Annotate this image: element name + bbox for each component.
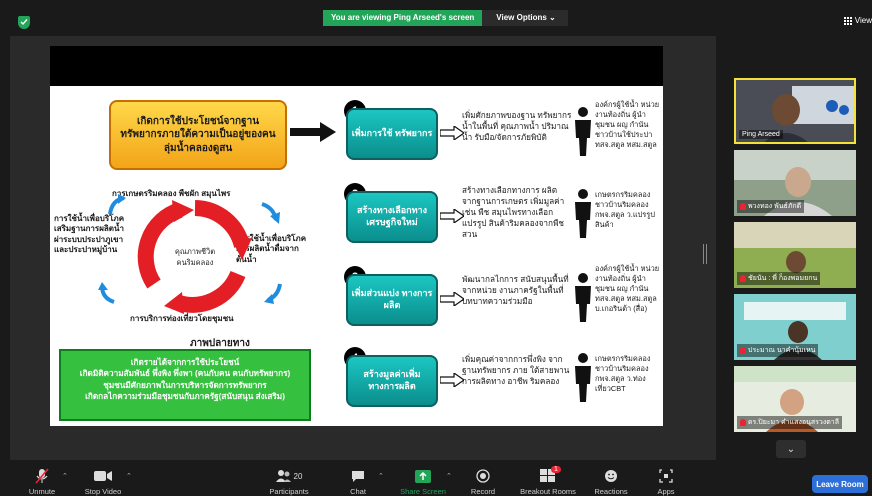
view-button[interactable]: View (843, 16, 872, 25)
muted-microphone-icon (35, 468, 49, 484)
participants-count: 20 (293, 471, 303, 481)
viewing-label: You are viewing Ping Arseed's screen (323, 10, 483, 26)
step-arrow-icon (440, 209, 464, 223)
svg-text:คนริมคลอง: คนริมคลอง (177, 258, 214, 267)
step-organizations: เกษตรกรริมคลอง ชาวบ้านริมคลอง กพจ.สตูล ว… (595, 190, 655, 229)
step-description: เพิ่มคุณค่าจากการพึ่งพิง จากฐานทรัพยากร … (462, 355, 570, 387)
smiley-face-icon (604, 468, 618, 484)
person-icon (575, 189, 591, 238)
person-icon (575, 273, 591, 322)
meeting-toolbar: Unmute ⌃ Stop Video ⌃ 20 Participants Ch… (0, 464, 872, 496)
step-description: เพิ่มศักยภาพของฐาน ทรัพยากรน้ำในพื้นที่ … (462, 111, 572, 143)
top-bar: You are viewing Ping Arseed's screen Vie… (0, 0, 872, 36)
cycle-arrows-icon: คุณภาพชีวิต คนริมคลอง (137, 200, 252, 314)
muted-mic-icon (740, 347, 746, 354)
participant-name: ดร.ปิยะมา คำแสงอนุสรวงตาลี (737, 416, 842, 429)
step-organizations: องค์กรผู้ใช้น้ำ หน่วยงานท้องถิ่น ผู้นำชุ… (595, 264, 660, 313)
chat-bubble-icon (351, 468, 365, 484)
breakout-badge: 1 (551, 466, 561, 473)
participants-icon: 20 (275, 468, 303, 484)
viewing-banner: You are viewing Ping Arseed's screen Vie… (323, 10, 568, 26)
step-description: พัฒนากลไกการ สนับสนุนพื้นที่ จากหน่วย งา… (462, 275, 569, 307)
participant-name: Ping Arseed (739, 130, 783, 139)
step-arrow-icon (440, 292, 464, 306)
view-options-button[interactable]: View Options ⌄ (482, 10, 568, 26)
goal-arrow-icon (290, 122, 336, 142)
step-arrow-icon (440, 126, 464, 140)
future-line: ชุมชนมีศักยภาพในการบริหารจัดการทรัพยากร (103, 380, 267, 390)
breakout-rooms-icon: 1 (540, 466, 561, 484)
future-line: เกิดรายได้จากการใช้ประโยชน์ (130, 358, 240, 367)
shared-screen-area[interactable]: เกิดการใช้ประโยชน์จากฐานทรัพยากรภายใต้คว… (10, 36, 716, 460)
participant-name: พวงทอง พันธ์ภักดี (737, 200, 805, 213)
step-organizations: เกษตรกรริมคลอง ชาวบ้านริมคลอง กพจ.สตูล ว… (595, 354, 651, 393)
muted-mic-icon (740, 275, 746, 282)
video-camera-icon (94, 468, 112, 484)
participant-tile[interactable]: ชัยนัน : พี่ ก็องพอมยกน (734, 222, 856, 288)
presentation-slide: เกิดการใช้ประโยชน์จากฐานทรัพยากรภายใต้คว… (50, 86, 663, 426)
view-label: View (854, 16, 872, 25)
record-icon (476, 468, 490, 484)
zoom-meeting-window: You are viewing Ping Arseed's screen Vie… (0, 0, 872, 496)
future-line: เกิดมิติความสัมพันธ์ พึ่งพิง พึ่งพา (คนก… (79, 369, 291, 379)
encryption-shield-icon[interactable] (18, 16, 30, 29)
slide-top-border (50, 46, 663, 86)
participants-button[interactable]: 20 Participants (254, 468, 324, 496)
leave-room-button[interactable]: Leave Room (812, 475, 868, 493)
cycle-blue-arrow-icon (98, 282, 115, 304)
video-options-chevron-icon[interactable]: ⌃ (126, 472, 132, 480)
participant-tile[interactable]: พวงทอง พันธ์ภักดี (734, 150, 856, 216)
muted-mic-icon (740, 419, 746, 426)
participant-tile[interactable]: ประมาณ นาคำนุ้มเหน (734, 294, 856, 360)
cycle-blue-arrow-icon (264, 283, 282, 304)
breakout-rooms-button[interactable]: 1 Breakout Rooms (513, 466, 583, 496)
apps-button[interactable]: Apps (631, 468, 701, 496)
chat-options-chevron-icon[interactable]: ⌃ (378, 472, 384, 480)
step-box: เพิ่มส่วนแบ่ง ทางการผลิต (346, 274, 438, 326)
future-line: เกิดกลไกความร่วมมือชุมชนกับภาครัฐ(สนับสน… (85, 392, 285, 402)
step-arrow-icon (440, 373, 464, 387)
grid-view-icon (843, 16, 852, 25)
step-box: เพิ่มการใช้ ทรัพยากร (346, 108, 438, 160)
person-icon (575, 353, 591, 402)
apps-icon (659, 468, 673, 484)
participant-name: ชัยนัน : พี่ ก็องพอมยกน (737, 272, 821, 285)
chevron-down-icon[interactable]: ⌄ (776, 440, 806, 458)
unmute-options-chevron-icon[interactable]: ⌃ (62, 472, 68, 480)
participant-tile[interactable]: Ping Arseed (734, 78, 856, 144)
cycle-blue-arrow-icon (108, 194, 126, 215)
participant-name: ประมาณ นาคำนุ้มเหน (737, 344, 819, 357)
record-button[interactable]: Record (448, 468, 518, 496)
cycle-left-text: การใช้น้ำเพื่อบริโภค เสริมฐานการผลิตน้ำ … (54, 214, 125, 255)
person-icon (575, 107, 591, 156)
panel-resize-handle[interactable] (703, 244, 707, 264)
cycle-blue-arrow-icon (261, 202, 280, 224)
svg-text:คุณภาพชีวิต: คุณภาพชีวิต (175, 247, 215, 256)
main-goal-box: เกิดการใช้ประโยชน์จากฐานทรัพยากรภายใต้คว… (109, 100, 287, 170)
participant-tile[interactable]: ดร.ปิยะมา คำแสงอนุสรวงตาลี (734, 366, 856, 432)
step-organizations: องค์กรผู้ใช้น้ำ หน่วยงานท้องถิ่น ผู้นำชุ… (595, 100, 660, 149)
step-box: สร้างทางเลือกทาง เศรษฐกิจใหม่ (346, 191, 438, 243)
share-screen-icon (415, 468, 431, 484)
muted-mic-icon (740, 203, 746, 210)
step-description: สร้างทางเลือกทางการ ผลิต จากฐานการเกษตร … (462, 186, 565, 240)
step-box: สร้างมูลค่าเพิ่ม ทางการผลิต (346, 355, 438, 407)
future-box: เกิดรายได้จากการใช้ประโยชน์ เกิดมิติความ… (59, 349, 311, 421)
